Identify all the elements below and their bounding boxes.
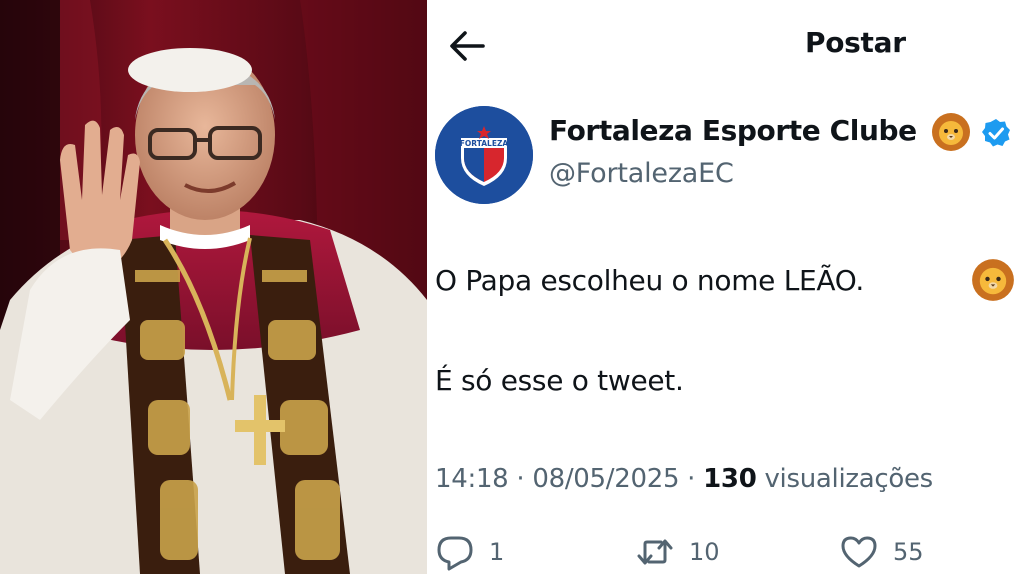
tweet-panel: Postar FORTALEZA Fortaleza Esporte Clube	[427, 0, 1019, 574]
tweet-text-line-2: É só esse o tweet.	[435, 364, 684, 397]
meta-separator: ·	[687, 464, 696, 494]
svg-text:FORTALEZA: FORTALEZA	[460, 139, 509, 148]
views-label: visualizações	[764, 464, 933, 494]
avatar[interactable]: FORTALEZA	[435, 106, 533, 204]
back-arrow-icon[interactable]	[445, 24, 489, 68]
reply-count: 1	[489, 538, 505, 566]
like-count: 55	[893, 538, 924, 566]
reply-button[interactable]: 1	[435, 530, 504, 574]
retweet-count: 10	[689, 538, 720, 566]
like-button[interactable]: 55	[839, 530, 924, 574]
verified-badge-icon[interactable]	[981, 118, 1011, 148]
pope-photo	[0, 0, 427, 574]
display-name[interactable]: Fortaleza Esporte Clube	[549, 114, 917, 147]
reply-icon	[437, 536, 473, 571]
lion-emoji-icon	[971, 258, 1015, 302]
views-count: 130	[703, 464, 757, 494]
lion-emoji-icon	[931, 112, 971, 152]
tweet-text-line-1: O Papa escolheu o nome LEÃO.	[435, 264, 864, 297]
retweet-icon	[637, 539, 673, 565]
tweet-date[interactable]: 08/05/2025	[532, 464, 679, 494]
tweet-time[interactable]: 14:18	[435, 464, 509, 494]
account-handle[interactable]: @FortalezaEC	[549, 158, 734, 189]
retweet-button[interactable]: 10	[635, 530, 720, 574]
heart-icon	[841, 536, 877, 568]
meta-separator: ·	[516, 464, 525, 494]
page-title: Postar	[805, 26, 906, 59]
fortaleza-crest-icon: FORTALEZA	[435, 106, 533, 204]
tweet-meta: 14:18 · 08/05/2025 · 130 visualizações	[435, 464, 933, 494]
